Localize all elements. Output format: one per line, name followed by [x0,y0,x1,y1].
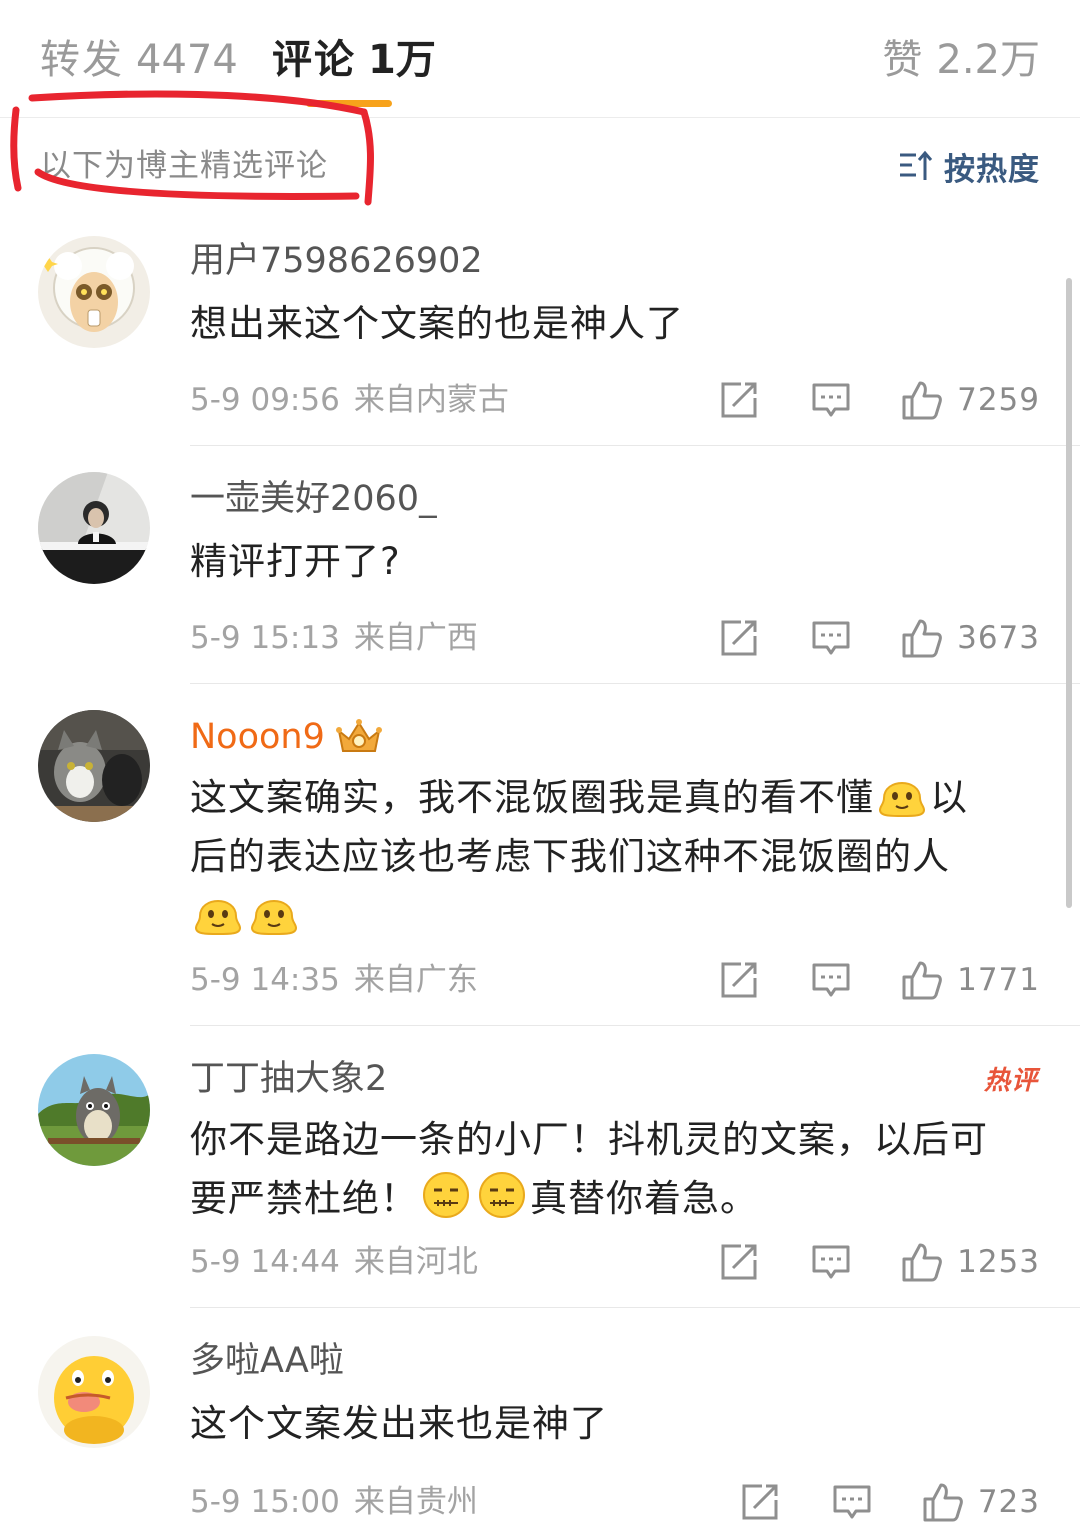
comment-item: 用户7598626902 想出来这个文案的也是神人了 5-9 09:56 来自内蒙… [0,214,1080,446]
comment-meta: 5-9 14:35 来自广东 [190,960,478,1000]
sort-icon [900,150,933,180]
comment-username[interactable]: Nooon9 [190,714,383,760]
filter-row: 以下为博主精选评论 按热度 [0,118,1080,214]
comment-text: 这个文案发出来也是神了 [190,1402,608,1445]
tab-repost-count: 4474 [136,37,238,83]
sort-by-hot-button[interactable]: 按热度 [898,144,1040,188]
comment-actions: 7259 [719,378,1040,422]
tab-comment-count: 1万 [368,37,436,83]
zipped-mouth-emoji [420,1169,472,1221]
comment-date: 5-9 14:44 [190,1244,340,1280]
sort-label: 按热度 [944,151,1040,188]
like-button[interactable]: 1771 [901,959,1040,1001]
like-button[interactable]: 3673 [901,617,1040,659]
reply-icon[interactable] [832,1482,872,1522]
reply-icon[interactable] [811,960,851,1000]
comment-actions: 3673 [719,616,1040,660]
tab-comment[interactable]: 评论 1万 [272,34,436,86]
comment-meta: 5-9 15:13 来自广西 [190,618,478,658]
comment-item: 多啦AA啦 这个文案发出来也是神了 5-9 15:00 来自贵州 723 [0,1308,1080,1534]
comment-text: 这文案确实，我不混饭圈我是真的看不懂 以 后的表达应该也考虑下我们这种不混饭圈的人 [190,768,1050,945]
repost-icon[interactable] [719,618,759,658]
comment-meta: 5-9 14:44 来自河北 [190,1242,478,1282]
selected-comments-label: 以下为博主精选评论 [40,148,328,184]
vip-crown-icon [335,719,382,752]
comment-actions: 1771 [719,958,1040,1002]
repost-icon[interactable] [719,960,759,1000]
yellow-duck-avatar[interactable] [38,1336,150,1448]
melting-face-emoji [248,886,300,938]
comment-username[interactable]: 多啦AA啦 [190,1338,344,1384]
tab-like-label: 赞 [882,37,925,83]
comment-location: 来自广东 [353,962,478,998]
like-count: 3673 [957,620,1040,656]
scrollbar[interactable] [1066,278,1072,908]
comment-meta: 5-9 15:00 来自贵州 [190,1482,478,1522]
comment-date: 5-9 15:00 [190,1484,340,1520]
comment-location: 来自内蒙古 [353,382,509,418]
comment-text-line2: 要严禁杜绝！ [190,1177,418,1220]
cat-photo-avatar[interactable] [38,710,150,822]
tab-repost-label: 转发 [40,37,124,83]
comment-actions: 1253 [719,1240,1040,1284]
like-count: 1253 [957,1244,1040,1280]
repost-icon[interactable] [740,1482,780,1522]
cartoon-sheep-avatar[interactable] [38,236,150,348]
comment-text: 你不是路边一条的小厂！抖机灵的文案，以后可 要严禁杜绝！ 真替你着急。 [190,1110,1050,1228]
active-tab-indicator [306,100,392,107]
reply-icon[interactable] [811,1242,851,1282]
comment-actions: 723 [740,1480,1040,1524]
comment-text: 想出来这个文案的也是神人了 [190,302,684,345]
like-count: 1771 [957,962,1040,998]
comment-text-line1-end: 以 [930,776,968,819]
comment-text-line1: 你不是路边一条的小厂！抖机灵的文案，以后可 [190,1118,988,1161]
comment-item: Nooon9 这文案确实，我不混饭圈我是真的看不懂 以 后的表达应该也考虑下我们这… [0,684,1080,1026]
comment-meta: 5-9 09:56 来自内蒙古 [190,380,509,420]
tab-like[interactable]: 赞 2.2万 [882,34,1040,86]
comment-username[interactable]: 一壶美好2060_ [190,476,437,522]
like-button[interactable]: 7259 [901,379,1040,421]
comment-location: 来自贵州 [353,1484,478,1520]
comment-text-line1: 这文案确实，我不混饭圈我是真的看不懂 [190,776,874,819]
comment-location: 来自广西 [353,620,478,656]
thumbs-up-icon [902,619,942,658]
repost-icon[interactable] [719,1242,759,1282]
comment-text-line2-end: 真替你着急。 [530,1177,758,1220]
comment-text: 精评打开了? [190,540,401,583]
comment-text-line2: 后的表达应该也考虑下我们这种不混饭圈的人 [190,835,950,878]
reply-icon[interactable] [811,380,851,420]
totoro-avatar[interactable] [38,1054,150,1166]
comment-location: 来自河北 [353,1244,478,1280]
thumbs-up-icon [902,961,942,1000]
comment-date: 5-9 15:13 [190,620,340,656]
like-button[interactable]: 723 [922,1481,1040,1523]
repost-icon[interactable] [719,380,759,420]
thumbs-up-icon [902,381,942,420]
melting-face-emoji [192,886,244,938]
comment-username[interactable]: 用户7598626902 [190,238,483,284]
tab-repost[interactable]: 转发 4474 [40,34,238,86]
like-button[interactable]: 1253 [901,1241,1040,1283]
thumbs-up-icon [902,1243,942,1282]
comment-item: 丁丁抽大象2 热评 你不是路边一条的小厂！抖机灵的文案，以后可 要严禁杜绝！ 真替… [0,1026,1080,1308]
tab-like-count: 2.2万 [936,37,1040,83]
reply-icon[interactable] [811,618,851,658]
comment-date: 5-9 14:35 [190,962,340,998]
thumbs-up-icon [923,1483,963,1522]
tab-comment-label: 评论 [272,37,356,83]
like-count: 723 [977,1484,1040,1520]
hot-comment-badge: 热评 [983,1066,1038,1096]
comment-item: 一壶美好2060_ 精评打开了? 5-9 15:13 来自广西 3673 [0,446,1080,684]
zipped-mouth-emoji [476,1169,528,1221]
comment-tabs: 转发 4474 评论 1万 赞 2.2万 [0,0,1080,118]
pianist-photo-avatar[interactable] [38,472,150,584]
comment-date: 5-9 09:56 [190,382,340,418]
username-text: Nooon9 [190,717,325,757]
like-count: 7259 [957,382,1040,418]
comment-username[interactable]: 丁丁抽大象2 [190,1056,387,1102]
melting-face-emoji [876,768,928,820]
